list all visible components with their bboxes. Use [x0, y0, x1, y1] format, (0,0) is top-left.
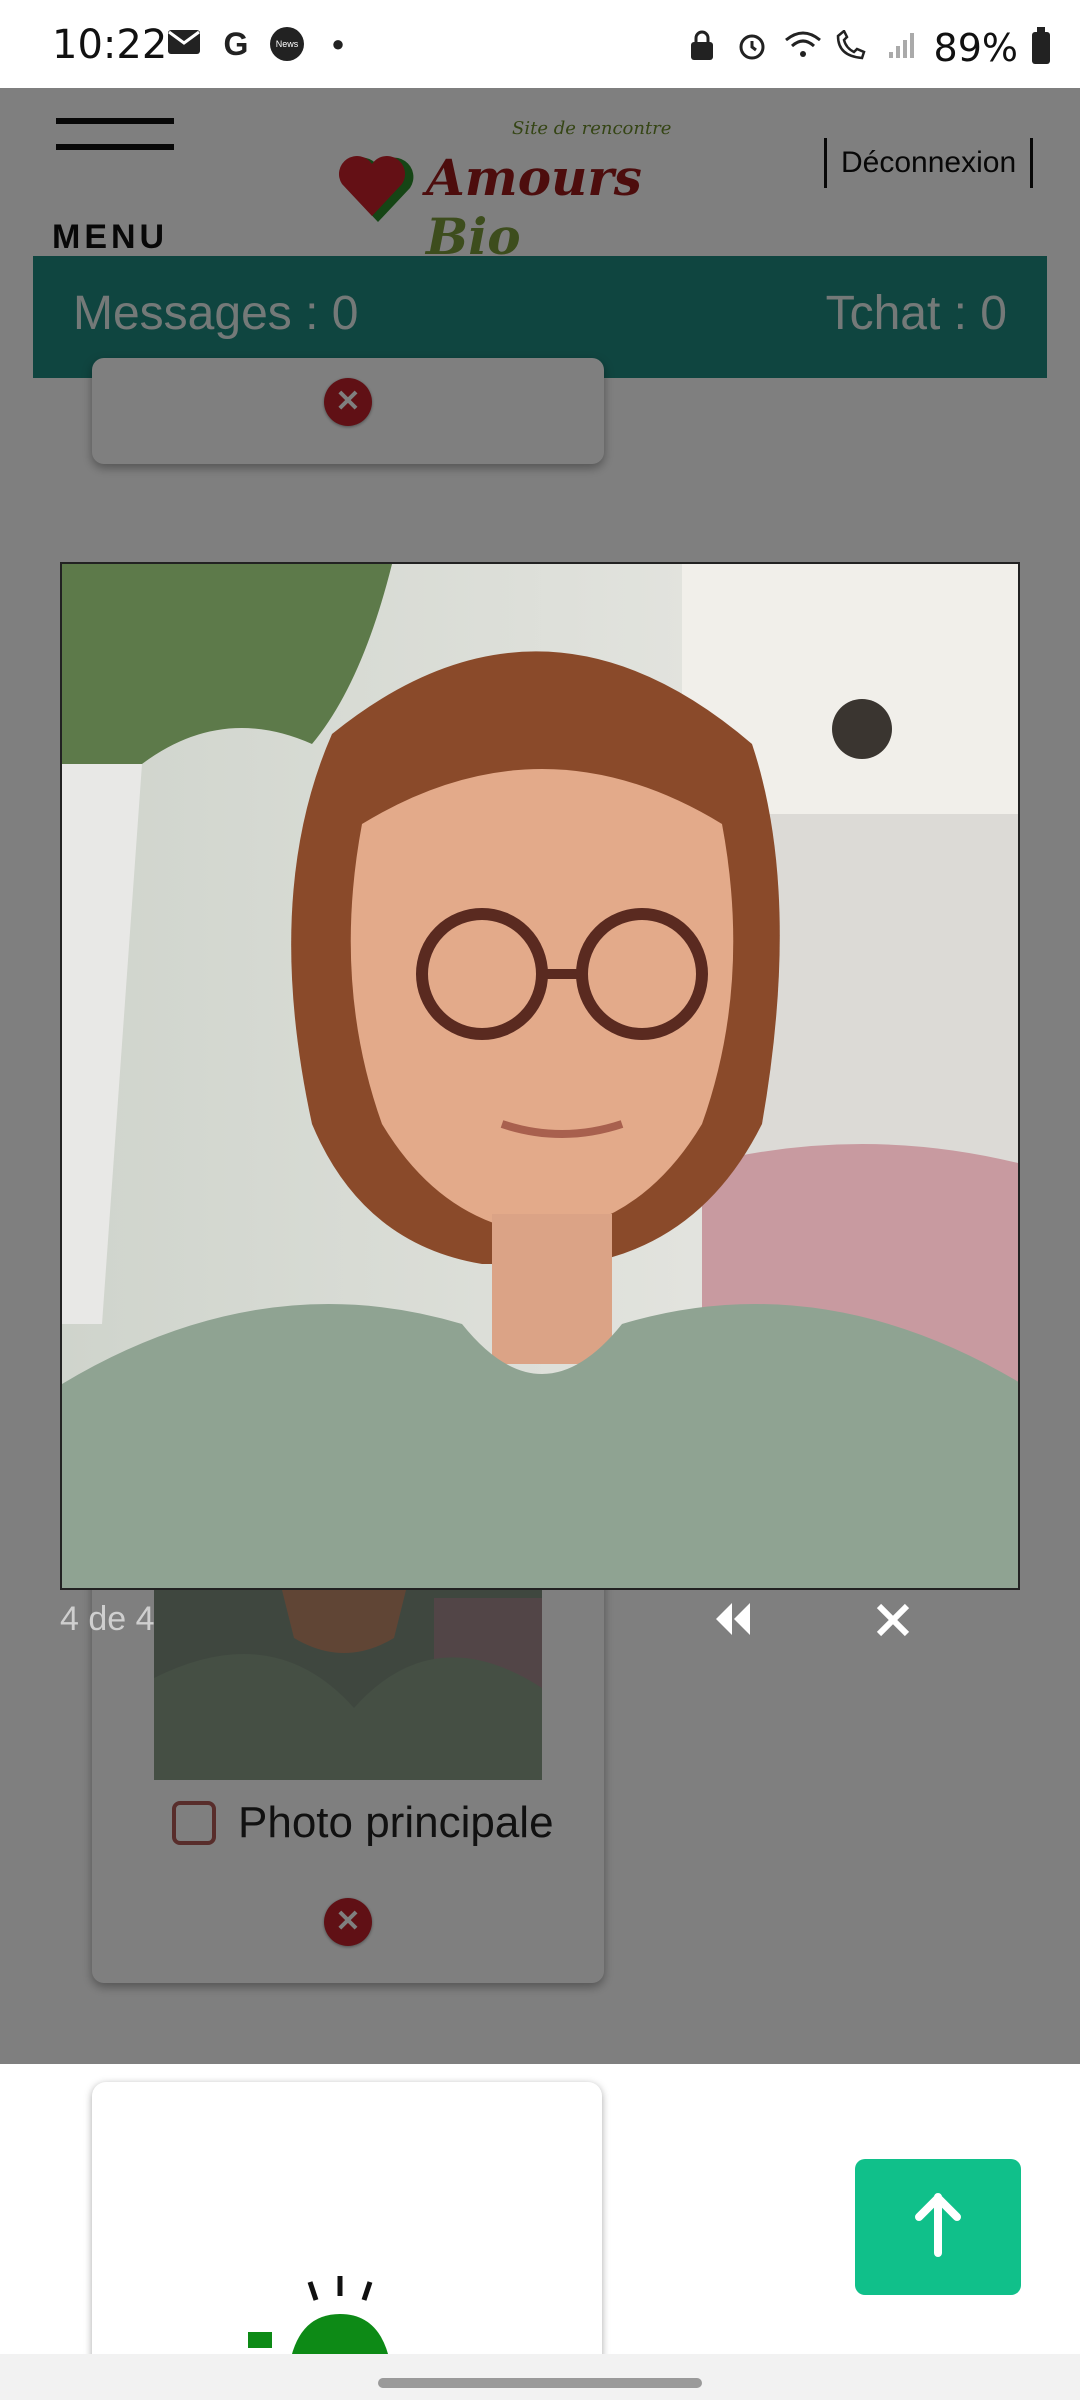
- lightbox-photo: [60, 562, 1020, 1590]
- vpn-lock-icon: [684, 30, 720, 66]
- alarm-icon: [734, 30, 770, 66]
- portrait-image: [62, 564, 1018, 1588]
- signal-icon: [884, 30, 920, 66]
- battery-icon: [1032, 27, 1050, 64]
- google-icon: G: [223, 26, 249, 62]
- status-time: 10:22: [52, 22, 168, 68]
- battery-level: 89%: [933, 26, 1018, 70]
- scroll-to-top-button[interactable]: [855, 2159, 1021, 2295]
- dot-icon: ●: [331, 31, 345, 56]
- news-icon: News: [270, 27, 304, 61]
- system-nav-bar: [0, 2354, 1080, 2400]
- lightbox-counter: 4 de 4: [60, 1600, 155, 1638]
- rewind-icon[interactable]: [712, 1596, 754, 1650]
- close-icon[interactable]: [874, 1596, 912, 1650]
- bottom-area: [0, 2064, 1080, 2372]
- status-bar: 10:22 G News ● 89%: [0, 0, 1080, 88]
- arrow-up-icon: [915, 2193, 961, 2257]
- wifi-icon: [784, 30, 821, 66]
- mail-icon: [166, 26, 202, 62]
- photo-card: [92, 2082, 602, 2372]
- wifi-call-icon: [834, 29, 870, 66]
- home-gesture-pill[interactable]: [378, 2378, 702, 2388]
